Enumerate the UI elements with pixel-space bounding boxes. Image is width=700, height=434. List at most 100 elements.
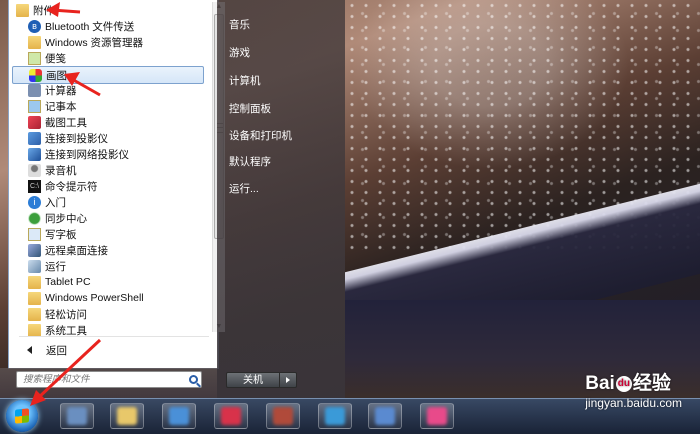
- right-item-devices-printers[interactable]: 设备和打印机: [229, 128, 292, 143]
- program-label: 记事本: [45, 100, 77, 113]
- app-icon: [169, 407, 189, 425]
- app-icon: [67, 407, 87, 425]
- program-label: 轻松访问: [45, 308, 87, 321]
- program-item[interactable]: ʙ Bluetooth 文件传送: [12, 18, 202, 34]
- program-item[interactable]: 远程桌面连接: [12, 242, 202, 258]
- snipping-tool-icon: [28, 115, 41, 129]
- program-item[interactable]: 记事本: [12, 98, 202, 114]
- taskbar-app-button[interactable]: [318, 403, 352, 429]
- sync-center-icon: [28, 211, 41, 225]
- remote-desktop-icon: [28, 243, 41, 257]
- program-folder[interactable]: Windows PowerShell: [12, 290, 202, 306]
- program-label: Bluetooth 文件传送: [45, 20, 135, 33]
- wordpad-icon: [28, 227, 41, 241]
- folder-icon: [28, 307, 41, 321]
- taskbar-app-button[interactable]: [266, 403, 300, 429]
- baidu-jingyan-watermark: Bai du 经验 jingyan.baidu.com: [585, 368, 682, 410]
- folder-open-icon: [16, 3, 29, 17]
- right-item-run[interactable]: 运行...: [229, 181, 259, 196]
- search-icon[interactable]: [189, 375, 198, 384]
- start-menu: 附件 ʙ Bluetooth 文件传送 Windows 资源管理器 便笺 画图 计…: [0, 0, 345, 398]
- program-label: 命令提示符: [45, 180, 98, 193]
- taskbar-app-button[interactable]: [162, 403, 196, 429]
- program-item[interactable]: Windows 资源管理器: [12, 34, 202, 50]
- folder-icon: [28, 275, 41, 289]
- program-label: 运行: [45, 260, 66, 273]
- program-item[interactable]: 写字板: [12, 226, 202, 242]
- app-icon: [221, 407, 241, 425]
- back-label: 返回: [46, 344, 67, 357]
- taskbar-app-button[interactable]: [368, 403, 402, 429]
- shutdown-button[interactable]: 关机: [226, 372, 280, 388]
- bluetooth-icon: ʙ: [28, 19, 41, 33]
- start-button[interactable]: [6, 400, 38, 432]
- explorer-folder-icon: [28, 35, 41, 49]
- shutdown-options-icon[interactable]: [280, 372, 297, 388]
- watermark-url: jingyan.baidu.com: [585, 396, 682, 410]
- folder-icon: [28, 323, 41, 337]
- program-folder[interactable]: 轻松访问: [12, 306, 202, 322]
- program-item[interactable]: 计算器: [12, 82, 202, 98]
- accessories-folder-label: 附件: [33, 4, 54, 17]
- program-item[interactable]: 连接到网络投影仪: [12, 146, 202, 162]
- program-label: 写字板: [45, 228, 77, 241]
- right-item-control-panel[interactable]: 控制面板: [229, 101, 271, 116]
- program-label: 计算器: [45, 84, 77, 97]
- program-label: 录音机: [45, 164, 77, 177]
- back-button[interactable]: 返回: [19, 342, 209, 358]
- divider: [19, 336, 209, 337]
- search-input[interactable]: [17, 373, 185, 386]
- search-box[interactable]: [16, 371, 202, 388]
- program-label: 入门: [45, 196, 66, 209]
- back-arrow-icon: [27, 346, 32, 354]
- app-icon: [117, 407, 137, 425]
- taskbar-app-button[interactable]: [110, 403, 144, 429]
- program-item[interactable]: C:\ 命令提示符: [12, 178, 202, 194]
- program-label: Tablet PC: [45, 276, 91, 288]
- getting-started-icon: i: [28, 195, 41, 209]
- program-item[interactable]: 截图工具: [12, 114, 202, 130]
- app-icon: [375, 407, 395, 425]
- program-item[interactable]: 同步中心: [12, 210, 202, 226]
- taskbar-app-button[interactable]: [60, 403, 94, 429]
- notepad-icon: [28, 99, 41, 113]
- shutdown-group: 关机: [226, 372, 297, 388]
- program-item[interactable]: i 入门: [12, 194, 202, 210]
- accessories-folder[interactable]: 附件: [12, 2, 202, 18]
- paw-icon: du: [615, 375, 632, 392]
- right-item-games[interactable]: 游戏: [229, 45, 250, 60]
- microphone-icon: [28, 163, 41, 177]
- program-item[interactable]: 连接到投影仪: [12, 130, 202, 146]
- paint-icon: [29, 68, 42, 82]
- right-item-music[interactable]: 音乐: [229, 17, 250, 32]
- folder-icon: [28, 291, 41, 305]
- sticky-notes-icon: [28, 51, 41, 65]
- programs-pane: 附件 ʙ Bluetooth 文件传送 Windows 资源管理器 便笺 画图 计…: [8, 0, 225, 369]
- projector-icon: [28, 131, 41, 145]
- program-label: Windows PowerShell: [45, 292, 144, 304]
- app-icon: [273, 407, 293, 425]
- program-item[interactable]: 运行: [12, 258, 202, 274]
- right-item-computer[interactable]: 计算机: [229, 73, 261, 88]
- windows-logo-icon: [15, 408, 29, 424]
- program-label: 连接到投影仪: [45, 132, 108, 145]
- command-prompt-icon: C:\: [28, 179, 41, 193]
- app-icon: [325, 407, 345, 425]
- program-label: 远程桌面连接: [45, 244, 108, 257]
- calculator-icon: [28, 83, 41, 97]
- watermark-brand-tail: 经验: [632, 373, 671, 394]
- program-item[interactable]: 便笺: [12, 50, 202, 66]
- right-item-default-programs[interactable]: 默认程序: [229, 154, 271, 169]
- program-label: 截图工具: [45, 116, 87, 129]
- network-projector-icon: [28, 147, 41, 161]
- watermark-brand: Bai: [585, 373, 615, 394]
- run-icon: [28, 259, 41, 273]
- app-icon: [427, 407, 447, 425]
- taskbar-app-button[interactable]: [214, 403, 248, 429]
- program-label: Windows 资源管理器: [45, 36, 144, 49]
- watermark-logo: Bai du 经验: [585, 368, 682, 395]
- program-folder[interactable]: Tablet PC: [12, 274, 202, 290]
- program-label: 同步中心: [45, 212, 87, 225]
- program-item[interactable]: 录音机: [12, 162, 202, 178]
- taskbar-app-button[interactable]: [420, 403, 454, 429]
